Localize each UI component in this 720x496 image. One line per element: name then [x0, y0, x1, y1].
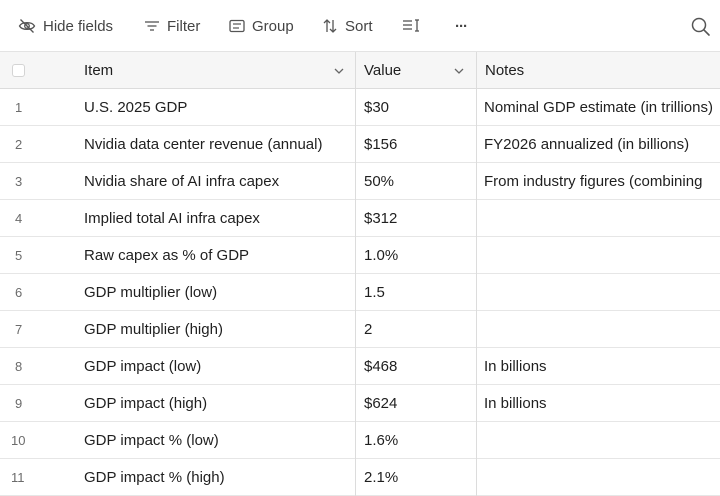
- notes-cell[interactable]: Nominal GDP estimate (in trillions): [484, 89, 720, 125]
- select-all-checkbox[interactable]: [12, 64, 25, 77]
- row-number: 10: [11, 432, 26, 448]
- table-row[interactable]: 6 GDP multiplier (low) 1.5: [0, 274, 720, 311]
- table-row[interactable]: 11 GDP impact % (high) 2.1%: [0, 459, 720, 496]
- row-height-icon: [403, 19, 419, 32]
- item-cell[interactable]: GDP multiplier (high): [84, 311, 348, 347]
- item-cell[interactable]: Nvidia data center revenue (annual): [84, 126, 348, 162]
- notes-cell[interactable]: [484, 311, 720, 347]
- item-cell[interactable]: Nvidia share of AI infra capex: [84, 163, 348, 199]
- column-header-notes[interactable]: Notes: [485, 52, 524, 89]
- table-row[interactable]: 1 U.S. 2025 GDP $30 Nominal GDP estimate…: [0, 89, 720, 126]
- notes-cell[interactable]: [484, 459, 720, 495]
- data-grid: Item Value Notes 1 U.S. 2025 GDP $30 Nom…: [0, 52, 720, 496]
- hide-fields-button[interactable]: Hide fields: [18, 14, 113, 38]
- row-number: 4: [15, 210, 23, 226]
- table-row[interactable]: 8 GDP impact (low) $468 In billions: [0, 348, 720, 385]
- row-number: 5: [15, 247, 23, 263]
- notes-cell[interactable]: In billions: [484, 348, 720, 384]
- filter-button[interactable]: Filter: [144, 14, 200, 38]
- eye-off-icon: [18, 19, 36, 33]
- value-cell[interactable]: $468: [364, 348, 468, 384]
- column-header-value-label: Value: [364, 62, 402, 79]
- item-cell[interactable]: U.S. 2025 GDP: [84, 89, 348, 125]
- value-cell[interactable]: 2: [364, 311, 468, 347]
- item-cell[interactable]: Raw capex as % of GDP: [84, 237, 348, 273]
- notes-cell[interactable]: From industry figures (combining: [484, 163, 720, 199]
- value-cell[interactable]: 1.6%: [364, 422, 468, 458]
- group-label: Group: [252, 17, 294, 35]
- filter-label: Filter: [167, 17, 201, 35]
- value-cell[interactable]: 2.1%: [364, 459, 468, 495]
- table-row[interactable]: 4 Implied total AI infra capex $312: [0, 200, 720, 237]
- row-number: 8: [15, 358, 23, 374]
- row-number: 2: [15, 136, 23, 152]
- header-row: Item Value Notes: [0, 52, 720, 89]
- group-icon: [229, 19, 245, 33]
- item-cell[interactable]: GDP multiplier (low): [84, 274, 348, 310]
- item-cell[interactable]: GDP impact % (high): [84, 459, 348, 495]
- table-row[interactable]: 3 Nvidia share of AI infra capex 50% Fro…: [0, 163, 720, 200]
- filter-icon: [145, 21, 159, 31]
- table-row[interactable]: 9 GDP impact (high) $624 In billions: [0, 385, 720, 422]
- table-row[interactable]: 10 GDP impact % (low) 1.6%: [0, 422, 720, 459]
- search-icon[interactable]: [690, 16, 712, 38]
- notes-cell[interactable]: [484, 200, 720, 236]
- column-header-notes-label: Notes: [485, 62, 525, 79]
- notes-cell[interactable]: In billions: [484, 385, 720, 421]
- value-cell[interactable]: 1.5: [364, 274, 468, 310]
- view-toolbar: Hide fields Filter Group Sort ···: [0, 0, 720, 52]
- chevron-down-icon[interactable]: [333, 65, 345, 77]
- value-cell[interactable]: 1.0%: [364, 237, 468, 273]
- column-header-item-label: Item: [84, 62, 114, 79]
- item-cell[interactable]: GDP impact (high): [84, 385, 348, 421]
- column-divider[interactable]: [355, 52, 356, 496]
- column-header-value[interactable]: Value: [364, 52, 401, 89]
- more-icon: ···: [455, 17, 468, 35]
- value-cell[interactable]: $624: [364, 385, 468, 421]
- row-number: 11: [11, 469, 25, 485]
- row-number: 9: [15, 395, 23, 411]
- item-cell[interactable]: Implied total AI infra capex: [84, 200, 348, 236]
- row-number: 7: [15, 321, 23, 337]
- row-number: 6: [15, 284, 23, 300]
- notes-cell[interactable]: FY2026 annualized (in billions): [484, 126, 720, 162]
- value-cell[interactable]: $156: [364, 126, 468, 162]
- item-cell[interactable]: GDP impact (low): [84, 348, 348, 384]
- column-header-item[interactable]: Item: [84, 52, 113, 89]
- chevron-down-icon[interactable]: [453, 65, 465, 77]
- value-cell[interactable]: $30: [364, 89, 468, 125]
- notes-cell[interactable]: [484, 422, 720, 458]
- hide-fields-label: Hide fields: [43, 17, 114, 35]
- value-cell[interactable]: 50%: [364, 163, 468, 199]
- sort-button[interactable]: Sort: [322, 14, 373, 38]
- row-height-button[interactable]: [402, 14, 420, 38]
- row-number: 1: [15, 99, 23, 115]
- group-button[interactable]: Group: [229, 14, 294, 38]
- table-row[interactable]: 5 Raw capex as % of GDP 1.0%: [0, 237, 720, 274]
- table-row[interactable]: 7 GDP multiplier (high) 2: [0, 311, 720, 348]
- value-cell[interactable]: $312: [364, 200, 468, 236]
- sort-icon: [323, 19, 337, 33]
- notes-cell[interactable]: [484, 237, 720, 273]
- more-options-button[interactable]: ···: [455, 14, 468, 38]
- column-divider[interactable]: [476, 52, 477, 496]
- notes-cell[interactable]: [484, 274, 720, 310]
- sort-label: Sort: [345, 17, 373, 35]
- table-row[interactable]: 2 Nvidia data center revenue (annual) $1…: [0, 126, 720, 163]
- row-number: 3: [15, 173, 23, 189]
- item-cell[interactable]: GDP impact % (low): [84, 422, 348, 458]
